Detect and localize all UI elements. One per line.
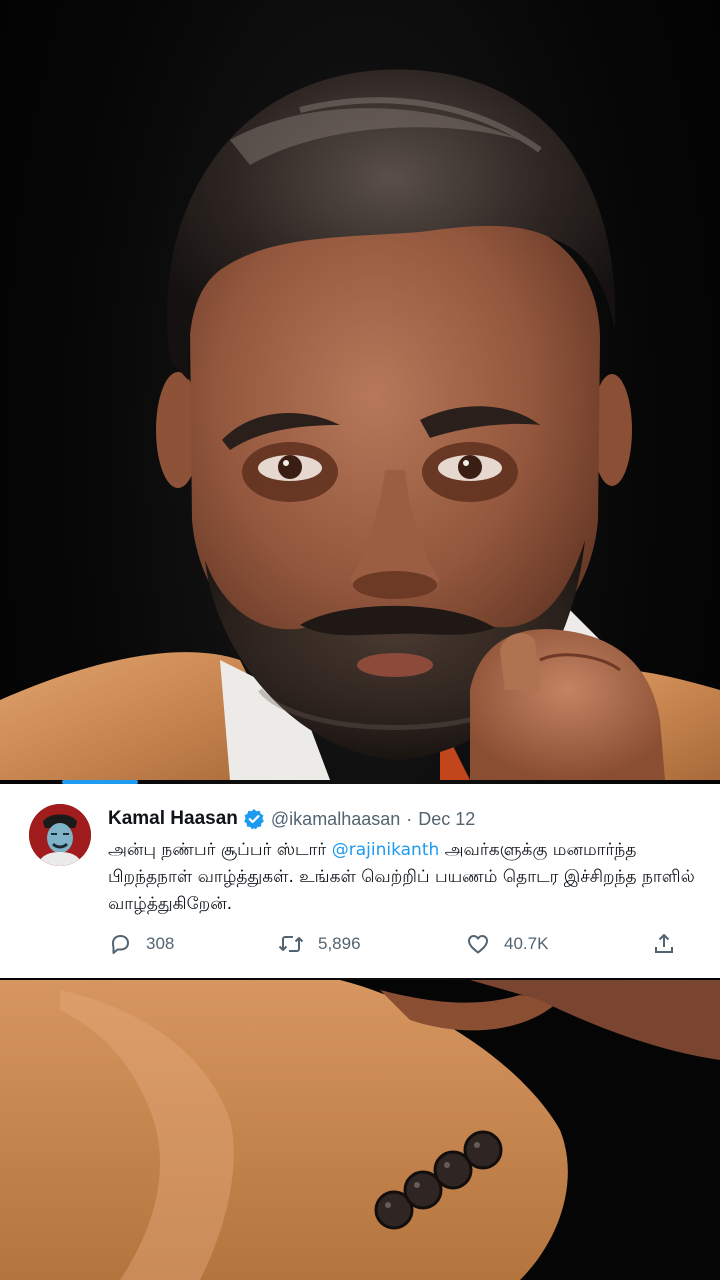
reply-count: 308 [146,934,175,953]
like-button[interactable]: 40.7K [466,928,548,960]
heart-icon [466,932,490,956]
share-icon [652,932,676,956]
background-portrait-photo [0,69,720,1280]
tweet-header: Kamal Haasan @ikamalhaasan · Dec 12 [108,806,704,832]
like-count: 40.7K [504,934,549,953]
reply-icon [108,932,132,956]
share-button[interactable] [652,928,676,960]
tweet-card[interactable]: Kamal Haasan @ikamalhaasan · Dec 12 அன்ப… [0,780,720,978]
verified-badge-icon [243,808,265,830]
card-accent-bar [62,780,138,784]
avatar-image [29,804,91,866]
avatar[interactable] [29,804,91,866]
user-handle[interactable]: @ikamalhaasan [271,809,400,830]
tweet-text-part-1: அன்பு நண்பர் சூப்பர் ஸ்டார் [108,840,332,860]
reply-button[interactable]: 308 [108,928,174,960]
tweet-text: அன்பு நண்பர் சூப்பர் ஸ்டார் @rajinikanth… [108,837,704,918]
tweet-date[interactable]: Dec 12 [418,809,475,830]
retweet-icon [278,932,304,956]
tweet-actions: 308 5,896 40.7K [108,928,684,960]
mention-link[interactable]: @rajinikanth [332,840,440,860]
retweet-button[interactable]: 5,896 [278,928,361,960]
tweet-body: Kamal Haasan @ikamalhaasan · Dec 12 அன்ப… [108,806,704,918]
separator-dot: · [406,808,413,829]
screen: Kamal Haasan @ikamalhaasan · Dec 12 அன்ப… [0,0,720,1280]
display-name[interactable]: Kamal Haasan [108,808,238,830]
retweet-count: 5,896 [318,934,361,953]
